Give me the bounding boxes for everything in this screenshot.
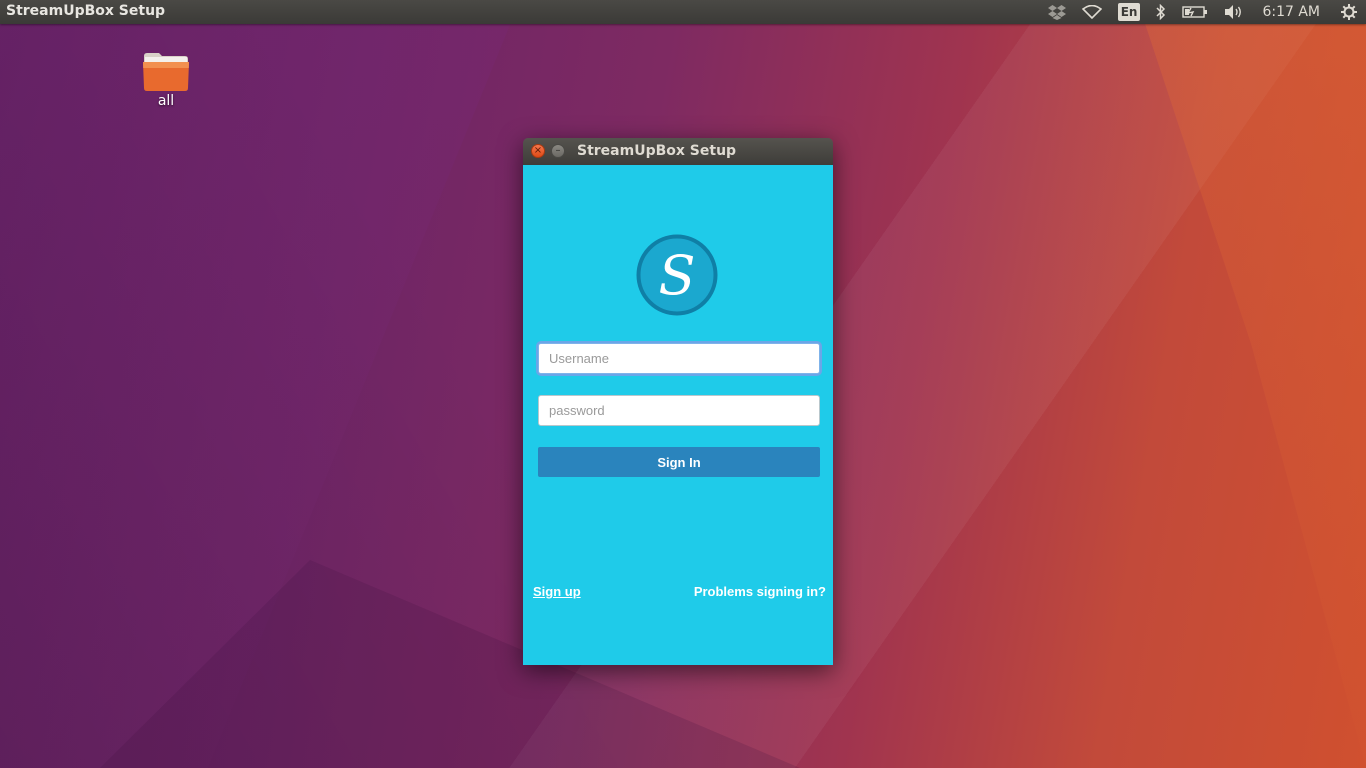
window-title: StreamUpBox Setup xyxy=(577,143,737,159)
session-gear-icon[interactable] xyxy=(1340,0,1358,24)
panel-app-title: StreamUpBox Setup xyxy=(6,3,166,19)
desktop-folder-all[interactable]: all xyxy=(134,50,198,109)
setup-window: × – StreamUpBox Setup S Sign In Sign up … xyxy=(523,138,833,665)
panel-clock[interactable]: 6:17 AM xyxy=(1262,4,1320,20)
top-panel: StreamUpBox Setup En 6:17 AM xyxy=(0,0,1366,24)
keyboard-language-indicator[interactable]: En xyxy=(1117,0,1141,24)
sign-up-link[interactable]: Sign up xyxy=(533,584,581,599)
username-input[interactable] xyxy=(538,343,820,374)
close-button[interactable]: × xyxy=(531,144,545,158)
battery-icon[interactable] xyxy=(1182,0,1208,24)
streamupbox-logo-icon: S xyxy=(636,234,718,316)
wallpaper-facet xyxy=(0,0,520,768)
problems-signing-in-link[interactable]: Problems signing in? xyxy=(694,584,826,599)
folder-icon xyxy=(143,53,189,91)
logo-letter: S xyxy=(659,244,696,307)
volume-icon[interactable] xyxy=(1224,0,1244,24)
dropbox-icon[interactable] xyxy=(1047,0,1066,24)
language-badge: En xyxy=(1117,3,1141,21)
minimize-button[interactable]: – xyxy=(551,144,565,158)
password-input[interactable] xyxy=(538,395,820,426)
bluetooth-icon[interactable] xyxy=(1156,0,1166,24)
login-panel: S Sign In Sign up Problems signing in? xyxy=(523,165,833,665)
wifi-icon[interactable] xyxy=(1081,0,1102,24)
desktop-icon-label: all xyxy=(157,93,175,109)
wallpaper-facet xyxy=(1137,0,1366,768)
indicator-area: En 6:17 AM xyxy=(1040,0,1366,24)
window-titlebar[interactable]: × – StreamUpBox Setup xyxy=(523,138,833,165)
sign-in-button[interactable]: Sign In xyxy=(538,447,820,477)
